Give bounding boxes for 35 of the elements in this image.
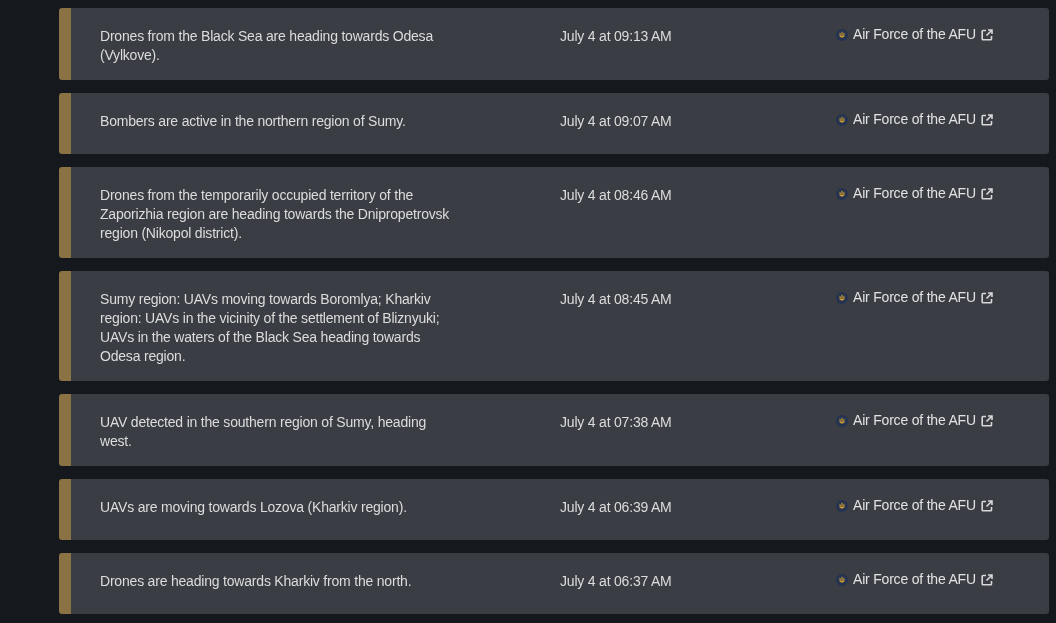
alert-time: July 4 at 09:07 AM — [560, 113, 672, 129]
trident-emblem-icon — [836, 291, 848, 304]
external-link-icon — [980, 414, 993, 427]
source-link[interactable]: Air Force of the AFU — [836, 110, 993, 129]
alert-message: Sumy region: UAVs moving towards Boromlya; Kharkiv region: UAVs in the vicinity of the settlement of Bliznyuki; UAVs in the waters of the Black Sea heading towards Odesa region. — [100, 290, 441, 366]
alert-time: July 4 at 09:13 AM — [560, 28, 672, 44]
alert-message: Drones from the temporarily occupied territory of the Zaporizhia region are heading towards the Dnipropetrovsk region (Nikopol district). — [100, 186, 451, 243]
alert-time: July 4 at 07:38 AM — [560, 414, 672, 430]
alert-message: Drones are heading towards Kharkiv from the north. — [100, 572, 413, 591]
external-link-icon — [980, 187, 993, 200]
source-link[interactable]: Air Force of the AFU — [836, 496, 993, 515]
alert-time: July 4 at 06:37 AM — [560, 573, 672, 589]
external-link-icon — [980, 28, 993, 41]
alert-time: July 4 at 06:39 AM — [560, 499, 672, 515]
external-link-icon — [980, 291, 993, 304]
trident-emblem-icon — [836, 113, 848, 126]
alert-time: July 4 at 08:46 AM — [560, 187, 672, 203]
alert-message: Drones from the Black Sea are heading towards Odesa (Vylkove). — [100, 27, 435, 65]
source-link[interactable]: Air Force of the AFU — [836, 288, 993, 307]
trident-emblem-icon — [836, 573, 848, 586]
alert-time: July 4 at 08:45 AM — [560, 291, 672, 307]
external-link-icon — [980, 499, 993, 512]
trident-emblem-icon — [836, 499, 848, 512]
source-link[interactable]: Air Force of the AFU — [836, 411, 993, 430]
trident-emblem-icon — [836, 28, 848, 41]
source-link[interactable]: Air Force of the AFU — [836, 570, 993, 589]
alert-message: UAV detected in the southern region of Sumy, heading west. — [100, 413, 428, 451]
trident-emblem-icon — [836, 414, 848, 427]
external-link-icon — [980, 573, 993, 586]
trident-emblem-icon — [836, 187, 848, 200]
alert-message: Bombers are active in the northern region of Sumy. — [100, 112, 407, 131]
source-link[interactable]: Air Force of the AFU — [836, 25, 993, 44]
alert-message: UAVs are moving towards Lozova (Kharkiv region). — [100, 498, 408, 517]
external-link-icon — [980, 113, 993, 126]
source-link[interactable]: Air Force of the AFU — [836, 184, 993, 203]
